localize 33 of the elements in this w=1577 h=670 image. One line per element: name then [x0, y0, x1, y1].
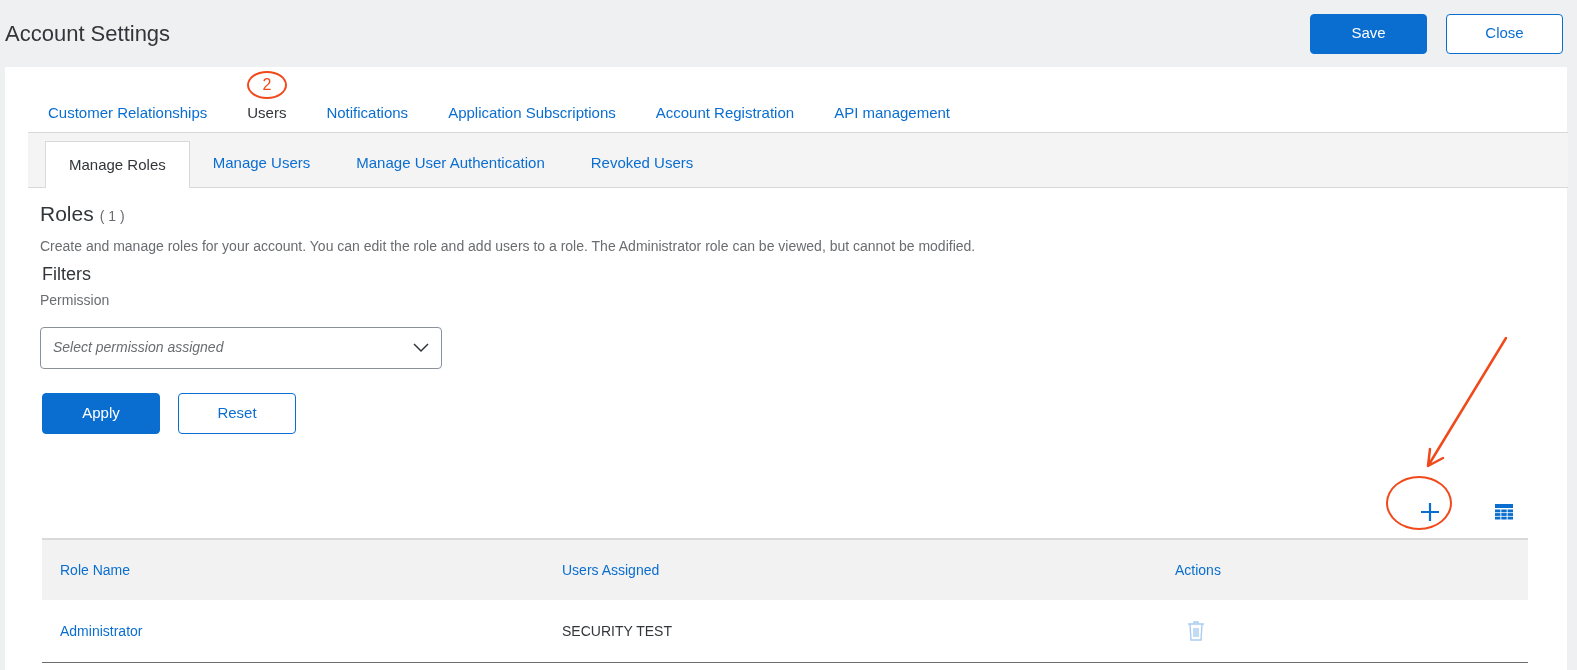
- tab[interactable]: Customer Relationships: [48, 102, 208, 125]
- secondary-button[interactable]: Reset: [178, 392, 296, 434]
- tab[interactable]: Users: [247, 102, 287, 125]
- table-cell: SECURITY TEST: [562, 622, 672, 639]
- primary-button[interactable]: Save: [1310, 13, 1427, 54]
- tab[interactable]: Application Subscriptions: [448, 102, 616, 125]
- tab[interactable]: API management: [834, 102, 951, 125]
- annotation-circle: [1386, 476, 1452, 530]
- chevron-down-icon: [413, 342, 429, 353]
- page-title: Account Settings: [5, 20, 171, 48]
- filters-title: Filters: [42, 262, 91, 286]
- tab[interactable]: Account Registration: [655, 102, 795, 125]
- annotation-number: 2: [246, 71, 287, 99]
- table-settings-button[interactable]: [1494, 501, 1514, 522]
- plus-icon: [1420, 501, 1440, 522]
- column-header[interactable]: Actions: [1175, 561, 1221, 578]
- subtab[interactable]: Manage User Authentication: [333, 140, 568, 187]
- role-link[interactable]: Administrator: [60, 622, 143, 639]
- primary-button[interactable]: Apply: [42, 392, 160, 434]
- subtab[interactable]: Manage Users: [189, 140, 334, 187]
- role-count: ( 1 ): [99, 207, 125, 226]
- column-header[interactable]: Role Name: [60, 561, 131, 578]
- description-text: Create and manage roles for your account. You can edit the role and add users to a role. The Administrator role can be viewed, but cannot be modified.: [40, 236, 977, 256]
- trash-icon: [1187, 620, 1205, 641]
- permission-dropdown[interactable]: Select permission assigned: [40, 326, 442, 369]
- section-title: Roles: [40, 201, 94, 227]
- table-icon: [1495, 503, 1513, 520]
- subtab[interactable]: Revoked Users: [567, 140, 717, 187]
- subtab[interactable]: Manage Roles: [45, 141, 190, 188]
- secondary-button[interactable]: Close: [1446, 13, 1563, 54]
- tab[interactable]: Notifications: [326, 102, 409, 125]
- field-label: Permission: [40, 290, 110, 310]
- column-header[interactable]: Users Assigned: [562, 561, 660, 578]
